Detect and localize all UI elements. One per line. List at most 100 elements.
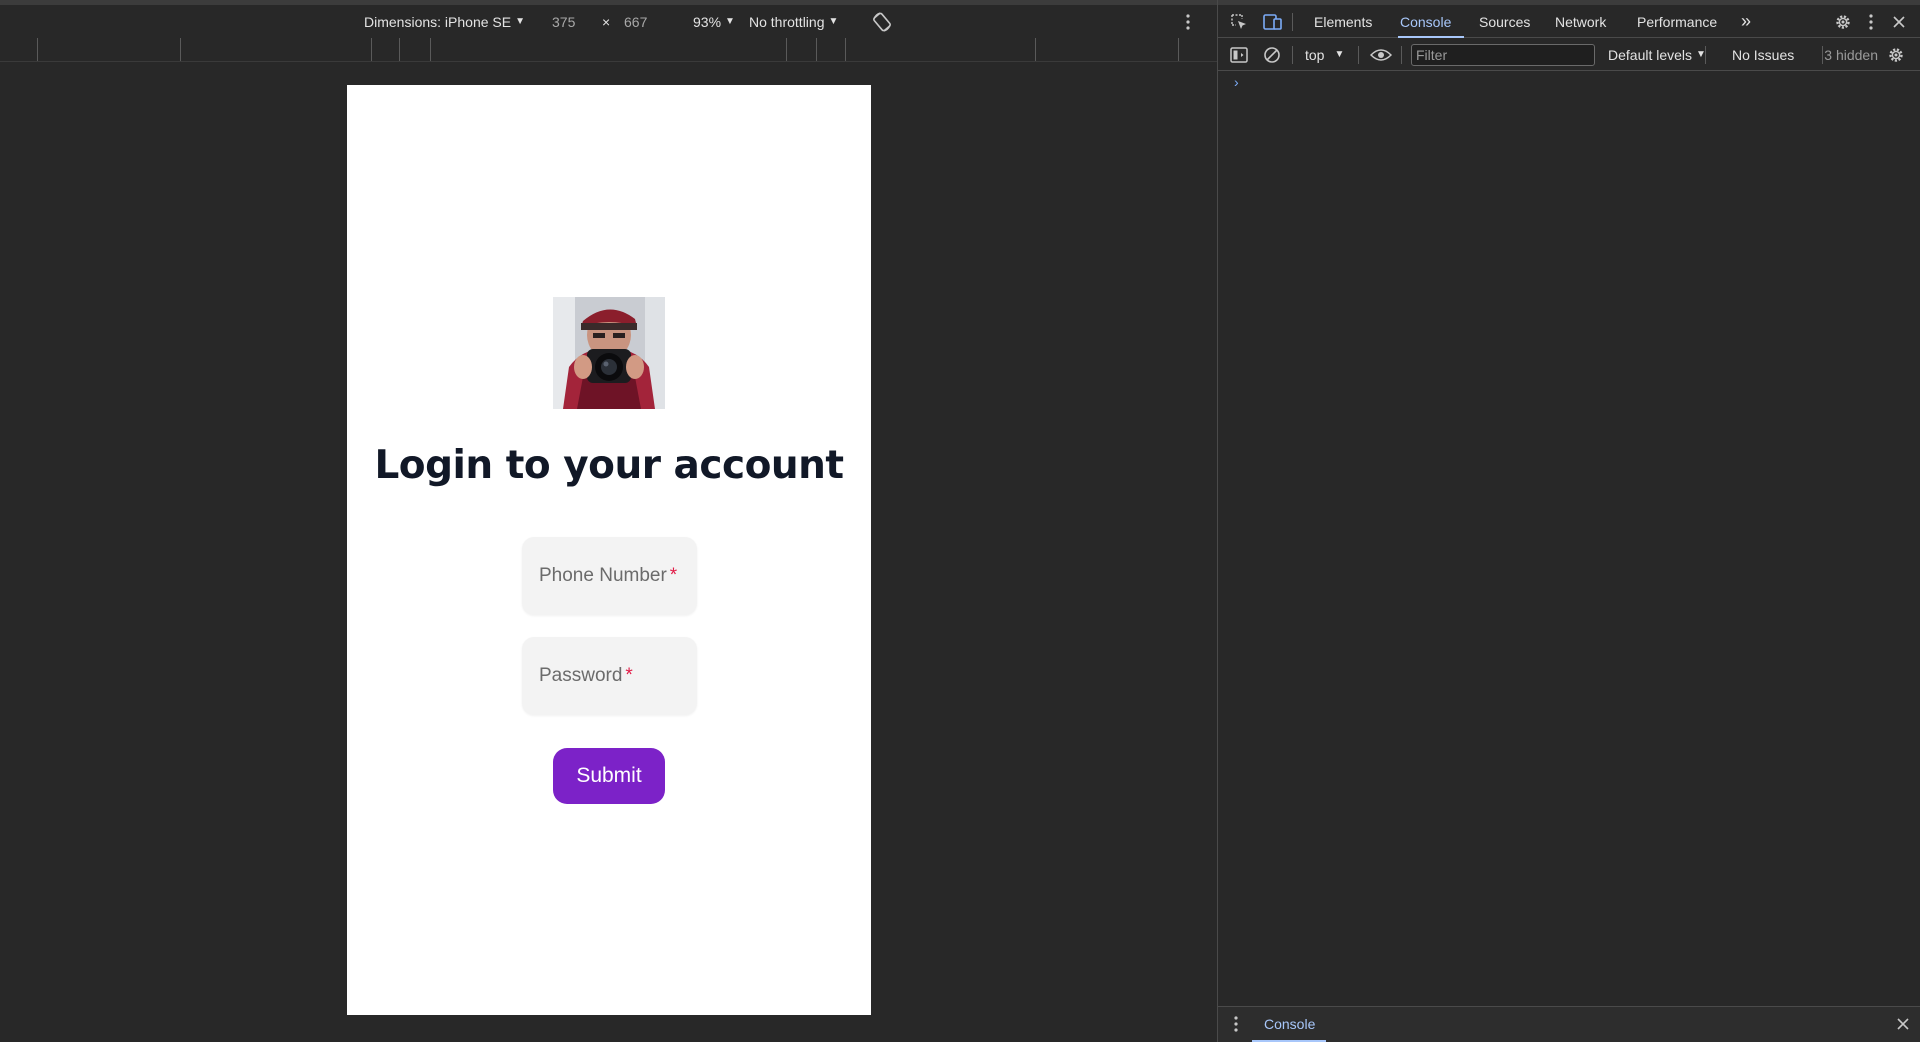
clear-console-button[interactable] (1261, 38, 1283, 71)
kebab-menu-icon (1186, 13, 1190, 30)
hidden-label: 3 hidden (1824, 46, 1878, 63)
kebab-menu-icon (1869, 13, 1873, 30)
dimension-separator: × (602, 5, 610, 38)
toolbar-divider (1401, 46, 1402, 64)
tab-network[interactable]: Network (1555, 5, 1606, 38)
tab-label: Performance (1637, 13, 1718, 30)
device-dimensions-select[interactable]: Dimensions: iPhone SE ▼ (364, 5, 525, 38)
throttling-label: No throttling (749, 13, 825, 30)
ruler-tick (37, 38, 38, 61)
live-expression-button[interactable] (1369, 38, 1393, 71)
required-asterisk: * (669, 565, 678, 586)
context-label: top (1305, 46, 1325, 63)
tab-label: Network (1555, 13, 1607, 30)
rotate-button[interactable] (870, 5, 894, 38)
device-toggle-icon (1263, 13, 1282, 30)
inspect-element-icon (1231, 13, 1246, 29)
zoom-select[interactable]: 93% ▼ (693, 5, 735, 38)
throttling-select[interactable]: No throttling ▼ (749, 5, 838, 38)
device-dimensions-label: Dimensions: iPhone SE (364, 13, 512, 30)
media-query-ruler (0, 38, 1217, 62)
drawer-tab-console[interactable]: Console (1264, 1007, 1315, 1041)
required-asterisk: * (625, 665, 633, 686)
ruler-tick (180, 38, 181, 61)
close-icon (1897, 1018, 1909, 1030)
page-title: Login to your account (374, 443, 844, 488)
caret-down-icon: ▼ (515, 16, 525, 27)
console-prompt[interactable]: › (1234, 74, 1239, 90)
toolbar-divider (1292, 13, 1293, 31)
caret-down-icon: ▼ (828, 16, 839, 27)
issues-label: No Issues (1732, 46, 1795, 63)
toolbar-divider (1292, 46, 1293, 64)
toolbar-divider (1358, 46, 1359, 64)
ruler-tick (399, 38, 400, 61)
devtools-panel: Elements Console Sources Network Perform… (1217, 0, 1920, 1042)
submit-button[interactable]: Submit (553, 748, 665, 804)
device-toggle-button[interactable] (1261, 5, 1285, 38)
more-tabs-icon: » (1740, 11, 1751, 31)
times-glyph: × (602, 13, 611, 30)
rotate-icon (873, 11, 891, 32)
ruler-tick (816, 38, 817, 61)
emulated-viewport: Login to your account Phone Number * Pas… (347, 85, 871, 1015)
ruler-tick (430, 38, 431, 61)
console-toolbar: top ▼ Default levels ▼ No Issues 3 hidde… (1218, 38, 1920, 71)
caret-down-icon: ▼ (725, 16, 735, 27)
ruler-tick (1178, 38, 1179, 61)
console-sidebar-toggle[interactable] (1228, 38, 1250, 71)
toolbar-divider (1705, 46, 1706, 64)
height-value: 667 (624, 13, 648, 30)
caret-down-icon: ▼ (1334, 49, 1345, 60)
zoom-label: 93% (693, 13, 722, 30)
inspect-element-button[interactable] (1228, 5, 1250, 38)
ruler-tick (786, 38, 787, 61)
phone-number-placeholder: Phone Number (539, 565, 667, 586)
log-levels-label: Default levels (1608, 46, 1693, 63)
avatar-image (553, 297, 665, 409)
tab-label: Sources (1479, 13, 1531, 30)
prompt-chevron-icon: › (1234, 74, 1239, 90)
more-tabs-button[interactable]: » (1736, 5, 1756, 38)
tab-sources[interactable]: Sources (1479, 5, 1530, 38)
context-select[interactable]: top ▼ (1305, 38, 1344, 71)
device-toolbar: Dimensions: iPhone SE ▼ 375 × 667 93% ▼ … (0, 5, 1217, 38)
drawer-tab-label: Console (1264, 1016, 1316, 1032)
issues-button[interactable]: No Issues (1732, 38, 1794, 71)
settings-gear-icon (1836, 14, 1850, 29)
ruler-tick (845, 38, 846, 61)
live-expression-eye-icon (1370, 48, 1392, 61)
kebab-menu-icon (1234, 1016, 1238, 1032)
bottom-drawer: Console (1218, 1006, 1920, 1042)
phone-number-field[interactable]: Phone Number * (522, 537, 697, 615)
tab-label: Elements (1314, 13, 1373, 30)
close-devtools-button[interactable] (1890, 5, 1908, 38)
width-value: 375 (552, 13, 576, 30)
tab-performance[interactable]: Performance (1637, 5, 1717, 38)
tab-console[interactable]: Console (1400, 5, 1451, 38)
close-drawer-button[interactable] (1894, 1007, 1912, 1041)
height-input[interactable]: 667 (624, 5, 647, 38)
device-emulation-pane: Dimensions: iPhone SE ▼ 375 × 667 93% ▼ … (0, 0, 1217, 1042)
console-settings-button[interactable] (1885, 38, 1907, 71)
password-field[interactable]: Password * (522, 637, 697, 715)
sidebar-toggle-icon (1230, 46, 1248, 63)
customize-menu-button[interactable] (1863, 5, 1879, 38)
avatar-photo (553, 297, 665, 409)
tab-label: Console (1400, 13, 1452, 30)
device-toolbar-menu-button[interactable] (1180, 5, 1196, 38)
filter-input[interactable] (1411, 44, 1595, 66)
width-input[interactable]: 375 (552, 5, 575, 38)
settings-button[interactable] (1832, 5, 1854, 38)
ruler-tick (371, 38, 372, 61)
settings-gear-icon (1889, 47, 1903, 62)
tab-elements[interactable]: Elements (1314, 5, 1372, 38)
log-levels-select[interactable]: Default levels ▼ (1608, 38, 1706, 71)
devtools-tab-bar: Elements Console Sources Network Perform… (1218, 5, 1920, 38)
clear-console-icon (1264, 46, 1280, 63)
ruler-tick (1035, 38, 1036, 61)
password-placeholder: Password (539, 665, 623, 686)
drawer-menu-button[interactable] (1230, 1007, 1242, 1041)
close-icon (1893, 15, 1905, 28)
hidden-messages-count: 3 hidden (1822, 38, 1878, 71)
